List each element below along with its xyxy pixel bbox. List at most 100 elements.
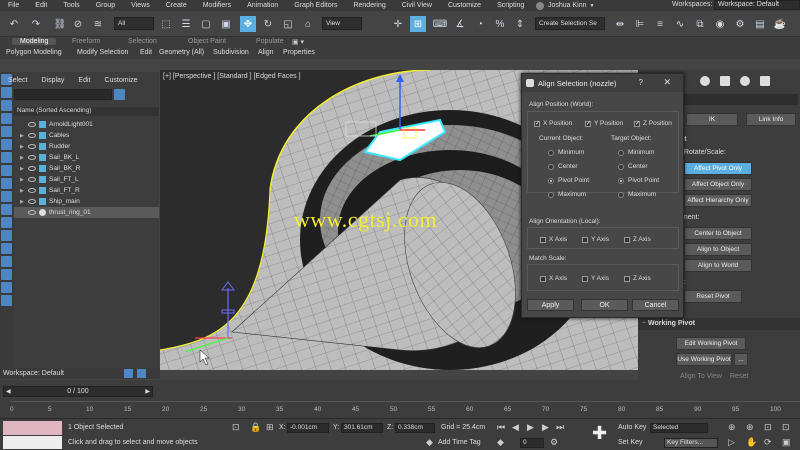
close-icon[interactable]: ✕ [663, 77, 671, 88]
filter-helpers-icon[interactable] [1, 126, 12, 137]
go-to-start-icon[interactable]: ⏮ [497, 422, 505, 433]
render-setup-icon[interactable]: ⚙ [732, 16, 748, 32]
unlink-icon[interactable]: ⊘ [70, 16, 86, 32]
scene-menu-customize[interactable]: Customize [104, 77, 137, 84]
rectangle-selection-icon[interactable]: ▢ [198, 16, 214, 32]
scale-y-checkbox[interactable] [582, 276, 588, 282]
time-slider[interactable]: ◀ 0 / 100 ▶ [3, 386, 153, 397]
ok-button[interactable]: OK [581, 299, 628, 311]
x-coordinate-field[interactable]: -0.001cm [287, 423, 329, 433]
viewport-label[interactable]: [+] [Perspective ] [Standard ] [Edged Fa… [163, 73, 301, 80]
filter-hidden-icon[interactable] [1, 217, 12, 228]
render-icon[interactable]: ☕ [772, 16, 788, 32]
pan-view-icon[interactable]: ✋ [746, 437, 757, 448]
orbit-icon[interactable]: ⟳ [764, 437, 772, 448]
menu-views[interactable]: Views [123, 2, 158, 9]
help-icon[interactable]: ? [639, 78, 643, 87]
expand-icon[interactable]: ▶ [14, 155, 24, 161]
workspace-select[interactable]: Workspace: Default [714, 0, 800, 10]
working-pivot-rollout-header[interactable]: − Working Pivot [638, 318, 800, 330]
use-working-pivot-button[interactable]: Use Working Pivot [676, 353, 732, 366]
z-position-checkbox[interactable]: ✓ [634, 121, 640, 127]
display-tab-icon[interactable] [740, 76, 750, 86]
auto-key-button[interactable]: Auto Key [618, 424, 646, 431]
scene-column-header[interactable]: Name (Sorted Ascending) [14, 107, 159, 116]
display-none-icon[interactable] [1, 243, 12, 254]
eye-icon[interactable] [28, 144, 36, 149]
redo-icon[interactable]: ↷ [28, 16, 44, 32]
keyboard-shortcut-icon[interactable]: ⌨ [432, 16, 448, 32]
scene-row[interactable]: ▶ Ship_main [14, 196, 159, 207]
subtab-modify-selection[interactable]: Modify Selection [77, 49, 128, 56]
filter-xrefs-icon[interactable] [1, 165, 12, 176]
bind-space-warp-icon[interactable]: ≋ [90, 16, 106, 32]
affect-pivot-only-button[interactable]: Affect Pivot Only [684, 162, 752, 175]
target-center-radio[interactable] [618, 164, 624, 170]
menu-rendering[interactable]: Rendering [345, 2, 393, 9]
maxscript-listener[interactable] [3, 421, 62, 435]
eye-icon[interactable] [28, 188, 36, 193]
filter-groups-icon[interactable] [1, 152, 12, 163]
filter-containers-icon[interactable] [1, 191, 12, 202]
expand-icon[interactable]: ▶ [14, 199, 24, 205]
explorer-layer-icon[interactable] [124, 369, 133, 378]
scale-x-checkbox[interactable] [540, 276, 546, 282]
link-info-button[interactable]: Link Info [746, 113, 796, 126]
utilities-tab-icon[interactable] [760, 76, 770, 86]
current-frame-field[interactable]: 0 [520, 438, 544, 448]
select-object-icon[interactable]: ⬚ [158, 16, 174, 32]
go-to-end-icon[interactable]: ⏭ [556, 422, 564, 433]
scene-menu-edit[interactable]: Edit [78, 77, 90, 84]
current-pivot-point-radio[interactable] [548, 178, 554, 184]
isolate-selection-icon[interactable]: ⊡ [232, 422, 240, 433]
expand-icon[interactable]: ▶ [14, 166, 24, 172]
filter-warps-icon[interactable] [1, 139, 12, 150]
explorer-workspace-label[interactable]: Workspace: Default [3, 370, 64, 377]
subtab-align[interactable]: Align [258, 49, 274, 56]
tab-modeling[interactable]: Modeling [12, 38, 57, 45]
affect-object-only-button[interactable]: Affect Object Only [684, 178, 752, 191]
current-minimum-radio[interactable] [548, 150, 554, 156]
target-maximum-radio[interactable] [618, 192, 624, 198]
subtab-polygon-modeling[interactable]: Polygon Modeling [6, 49, 62, 56]
time-tag-icon[interactable]: ◆ [426, 437, 433, 448]
menu-file[interactable]: File [0, 2, 27, 9]
align-to-object-button[interactable]: Align to Object [684, 243, 752, 256]
menu-scripting[interactable]: Scripting [489, 2, 532, 9]
field-of-view-icon[interactable]: ▷ [728, 437, 735, 448]
filter-frozen-icon[interactable] [1, 204, 12, 215]
window-crossing-icon[interactable]: ▣ [218, 16, 234, 32]
current-center-radio[interactable] [548, 164, 554, 170]
eye-icon[interactable] [28, 166, 36, 171]
move-icon[interactable]: ✥ [240, 16, 256, 32]
align-to-world-button[interactable]: Align to World [684, 259, 752, 272]
scene-row[interactable]: ▶ Cables [14, 130, 159, 141]
angle-snap-icon[interactable]: ◔ [472, 16, 488, 32]
object-name-field[interactable] [684, 94, 798, 105]
filter-cameras-icon[interactable] [1, 113, 12, 124]
named-selection-set-input[interactable]: Create Selection Se [535, 17, 605, 30]
scene-row[interactable]: ▶ Rudder [14, 141, 159, 152]
subtab-edit[interactable]: Edit [140, 49, 152, 56]
menu-edit[interactable]: Edit [27, 2, 55, 9]
find-icon[interactable] [1, 295, 12, 306]
key-selection-dropdown[interactable]: Selected [650, 423, 708, 433]
schematic-view-icon[interactable]: ⧉ [692, 16, 708, 32]
orient-y-checkbox[interactable] [582, 237, 588, 243]
rendered-frame-icon[interactable]: ▤ [752, 16, 768, 32]
rotate-icon[interactable]: ↻ [260, 16, 276, 32]
align-icon[interactable]: ⊫ [632, 16, 648, 32]
curve-editor-icon[interactable]: ∿ [672, 16, 688, 32]
ribbon-options-icon[interactable]: ▣ ▾ [292, 38, 304, 46]
y-coordinate-field[interactable]: 301.61cm [341, 423, 383, 433]
pivot-center-icon[interactable]: ✛ [390, 16, 406, 32]
time-config-icon[interactable]: ⚙ [550, 437, 558, 448]
menu-civil-view[interactable]: Civil View [394, 2, 440, 9]
reference-coordinate-dropdown[interactable]: View [322, 17, 362, 30]
scene-row[interactable]: ▶ Sail_BK_L [14, 152, 159, 163]
menu-tools[interactable]: Tools [55, 2, 87, 9]
select-by-name-icon[interactable]: ☰ [178, 16, 194, 32]
zoom-all-icon[interactable]: ⊕ [746, 422, 754, 433]
scene-search-input[interactable] [14, 89, 112, 100]
reset-working-pivot-button[interactable]: Reset [730, 373, 748, 380]
